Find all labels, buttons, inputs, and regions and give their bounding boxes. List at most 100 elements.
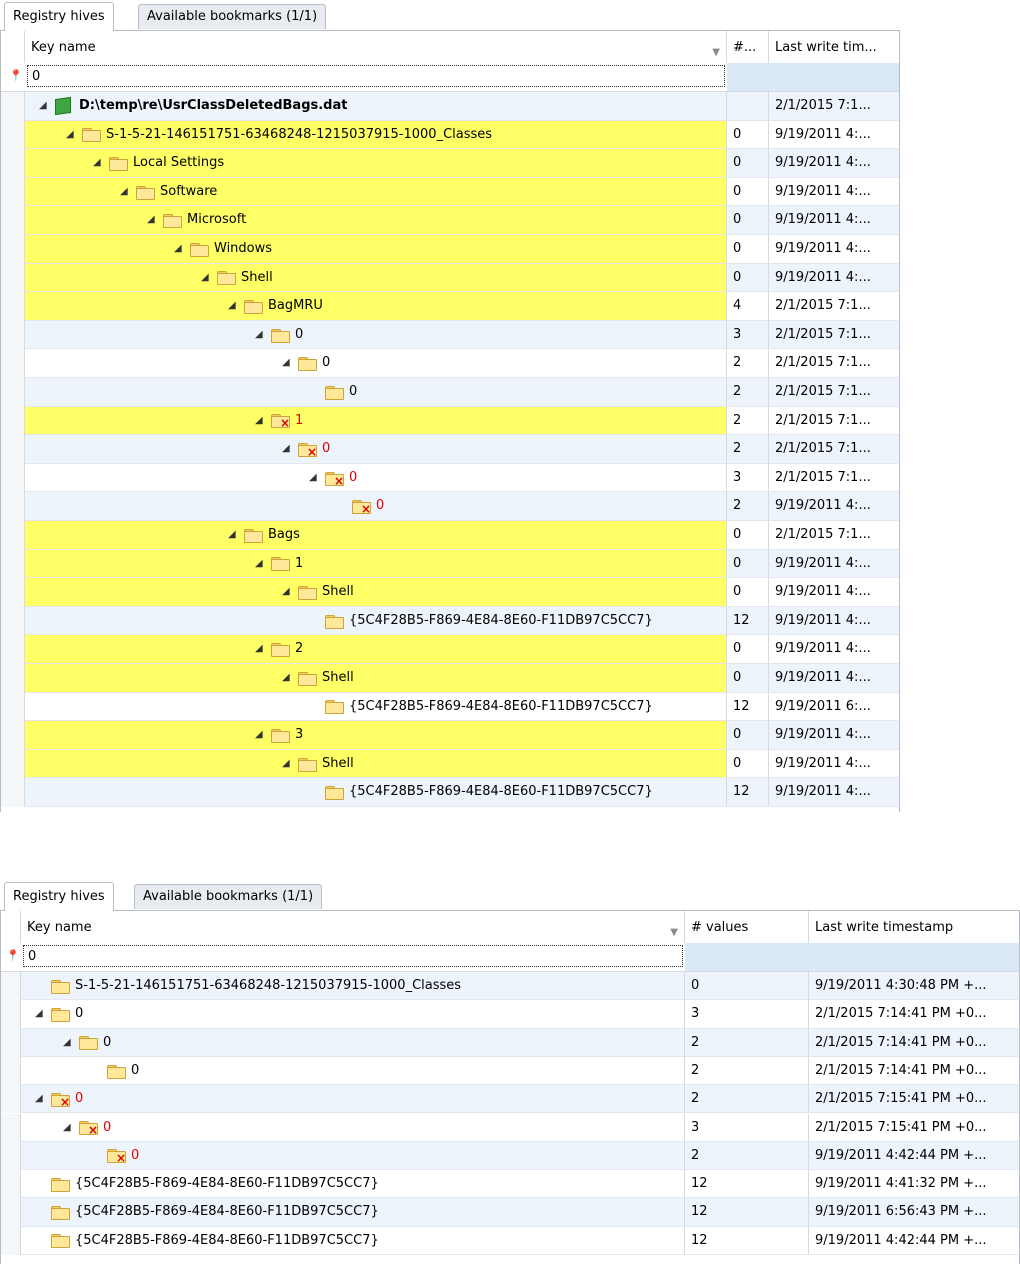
- tab-available-bookmarks[interactable]: Available bookmarks (1/1): [138, 4, 327, 29]
- row-indicator[interactable]: [1, 721, 25, 750]
- key-name-cell[interactable]: ◢ Software: [25, 177, 727, 207]
- expand-toggle-icon[interactable]: ◢: [39, 92, 47, 120]
- row-indicator[interactable]: [1, 206, 25, 235]
- column-header-key-name[interactable]: Key name ▼: [21, 911, 685, 943]
- key-name-cell[interactable]: ◢ × 0: [25, 435, 727, 464]
- timestamp-cell[interactable]: 2/1/2015 7:1...: [769, 292, 899, 321]
- values-count-cell[interactable]: 0: [727, 235, 769, 264]
- timestamp-cell[interactable]: 9/19/2011 4:41:32 PM +...: [809, 1170, 1019, 1199]
- key-name-cell[interactable]: ◢ Windows: [25, 235, 727, 264]
- values-count-cell[interactable]: 0: [727, 664, 769, 693]
- row-indicator[interactable]: [1, 149, 25, 178]
- timestamp-cell[interactable]: 2/1/2015 7:1...: [769, 521, 899, 550]
- expand-toggle-icon[interactable]: ◢: [255, 635, 263, 663]
- table-row[interactable]: ◢ Bags 0 2/1/2015 7:1...: [1, 521, 899, 550]
- filter-cell-empty[interactable]: [685, 943, 1019, 971]
- expand-toggle-icon[interactable]: ◢: [282, 578, 290, 606]
- expand-toggle-icon[interactable]: ◢: [309, 464, 317, 492]
- values-count-cell[interactable]: 2: [685, 1056, 809, 1086]
- timestamp-cell[interactable]: 9/19/2011 6:...: [769, 693, 899, 722]
- row-indicator[interactable]: [1, 549, 25, 579]
- expand-toggle-icon[interactable]: ◢: [63, 1114, 71, 1141]
- row-indicator[interactable]: [1, 606, 25, 636]
- row-indicator[interactable]: [1, 1198, 21, 1227]
- deleted-key-row[interactable]: × 0 2 9/19/2011 4:42:44 PM +...: [1, 1141, 1019, 1171]
- timestamp-cell[interactable]: 9/19/2011 4:...: [769, 263, 899, 293]
- expand-toggle-icon[interactable]: ◢: [282, 664, 290, 692]
- key-name-cell[interactable]: ◢ 0: [25, 349, 727, 378]
- expand-toggle-icon[interactable]: ◢: [255, 407, 263, 435]
- timestamp-cell[interactable]: 9/19/2011 4:...: [769, 492, 899, 521]
- values-count-cell[interactable]: 0: [685, 972, 809, 1001]
- row-indicator[interactable]: [1, 1170, 21, 1199]
- timestamp-cell[interactable]: 2/1/2015 7:1...: [769, 349, 899, 378]
- timestamp-cell[interactable]: 2/1/2015 7:15:41 PM +0...: [809, 1085, 1019, 1114]
- table-row[interactable]: ◢ 0 3 2/1/2015 7:14:41 PM +0...: [1, 1000, 1019, 1029]
- table-row[interactable]: {5C4F28B5-F869-4E84-8E60-F11DB97C5CC7} 12…: [1, 606, 899, 636]
- values-count-cell[interactable]: 12: [727, 692, 769, 722]
- table-row[interactable]: ◢ 0 2 2/1/2015 7:1...: [1, 349, 899, 378]
- table-row[interactable]: 0 2 2/1/2015 7:14:41 PM +0...: [1, 1056, 1019, 1086]
- row-indicator[interactable]: [1, 235, 25, 264]
- values-count-cell[interactable]: 2: [727, 435, 769, 464]
- key-name-cell[interactable]: ◢ 2: [25, 635, 727, 664]
- table-row[interactable]: ◢ Software 0 9/19/2011 4:...: [1, 177, 899, 207]
- key-name-cell[interactable]: {5C4F28B5-F869-4E84-8E60-F11DB97C5CC7}: [21, 1198, 685, 1227]
- table-row[interactable]: ◢ D:\temp\re\UsrClassDeletedBags.dat 2/1/2…: [1, 92, 899, 121]
- values-count-cell[interactable]: 2: [685, 1141, 809, 1171]
- table-row[interactable]: 0 2 2/1/2015 7:1...: [1, 378, 899, 407]
- key-name-cell[interactable]: ◢ × 0: [21, 1113, 685, 1142]
- key-name-cell[interactable]: ◢ 1: [25, 549, 727, 579]
- row-indicator[interactable]: [1, 320, 25, 350]
- values-count-cell[interactable]: 0: [727, 206, 769, 235]
- row-indicator[interactable]: [1, 1141, 21, 1171]
- table-row[interactable]: ◢ 2 0 9/19/2011 4:...: [1, 635, 899, 664]
- table-row[interactable]: {5C4F28B5-F869-4E84-8E60-F11DB97C5CC7} 12…: [1, 1226, 1019, 1255]
- tab-registry-hives[interactable]: Registry hives: [4, 2, 114, 31]
- row-indicator[interactable]: [1, 1000, 21, 1029]
- key-name-cell[interactable]: 0: [21, 1056, 685, 1086]
- timestamp-cell[interactable]: 9/19/2011 4:...: [769, 549, 899, 579]
- expand-toggle-icon[interactable]: ◢: [66, 121, 74, 149]
- row-indicator[interactable]: [1, 1085, 21, 1114]
- table-row[interactable]: {5C4F28B5-F869-4E84-8E60-F11DB97C5CC7} 12…: [1, 778, 899, 807]
- table-row[interactable]: ◢ Shell 0 9/19/2011 4:...: [1, 578, 899, 607]
- key-name-cell[interactable]: {5C4F28B5-F869-4E84-8E60-F11DB97C5CC7}: [21, 1170, 685, 1199]
- table-row[interactable]: ◢ Shell 0 9/19/2011 4:...: [1, 263, 899, 293]
- key-name-cell[interactable]: {5C4F28B5-F869-4E84-8E60-F11DB97C5CC7}: [21, 1226, 685, 1255]
- timestamp-cell[interactable]: 9/19/2011 4:...: [769, 635, 899, 664]
- table-row[interactable]: {5C4F28B5-F869-4E84-8E60-F11DB97C5CC7} 12…: [1, 692, 899, 722]
- timestamp-cell[interactable]: 9/19/2011 4:...: [769, 606, 899, 636]
- row-indicator[interactable]: [1, 578, 25, 607]
- column-header-timestamp[interactable]: Last write timestamp: [809, 911, 1019, 943]
- values-count-cell[interactable]: 2: [727, 349, 769, 378]
- key-name-cell[interactable]: {5C4F28B5-F869-4E84-8E60-F11DB97C5CC7}: [25, 692, 727, 722]
- deleted-key-row[interactable]: × 0 2 9/19/2011 4:...: [1, 492, 899, 521]
- values-count-cell[interactable]: 4: [727, 292, 769, 321]
- values-count-cell[interactable]: 2: [727, 492, 769, 521]
- tab-registry-hives[interactable]: Registry hives: [4, 882, 114, 911]
- table-row[interactable]: ◢ Shell 0 9/19/2011 4:...: [1, 664, 899, 693]
- expand-toggle-icon[interactable]: ◢: [63, 1029, 71, 1056]
- table-row[interactable]: ◢ 0 2 2/1/2015 7:14:41 PM +0...: [1, 1028, 1019, 1057]
- row-indicator[interactable]: [1, 120, 25, 150]
- timestamp-cell[interactable]: 2/1/2015 7:1...: [769, 92, 899, 121]
- timestamp-cell[interactable]: 9/19/2011 4:...: [769, 664, 899, 693]
- expand-toggle-icon[interactable]: ◢: [120, 178, 128, 206]
- key-name-cell[interactable]: ◢ Local Settings: [25, 149, 727, 178]
- values-count-cell[interactable]: 0: [727, 549, 769, 579]
- key-name-cell[interactable]: ◢ × 0: [25, 463, 727, 493]
- timestamp-cell[interactable]: 9/19/2011 4:...: [769, 149, 899, 178]
- row-indicator[interactable]: [1, 406, 25, 436]
- row-indicator[interactable]: [1, 177, 25, 207]
- key-name-cell[interactable]: ◢ Shell: [25, 263, 727, 293]
- timestamp-cell[interactable]: 2/1/2015 7:15:41 PM +0...: [809, 1114, 1019, 1142]
- expand-toggle-icon[interactable]: ◢: [147, 206, 155, 234]
- key-name-cell[interactable]: ◢ Shell: [25, 664, 727, 693]
- key-name-cell[interactable]: ◢ BagMRU: [25, 292, 727, 321]
- values-count-cell[interactable]: 12: [727, 778, 769, 807]
- values-count-cell[interactable]: 2: [685, 1085, 809, 1114]
- key-name-cell[interactable]: ◢ 3: [25, 721, 727, 750]
- values-count-cell[interactable]: 12: [685, 1170, 809, 1199]
- values-count-cell[interactable]: 0: [727, 635, 769, 664]
